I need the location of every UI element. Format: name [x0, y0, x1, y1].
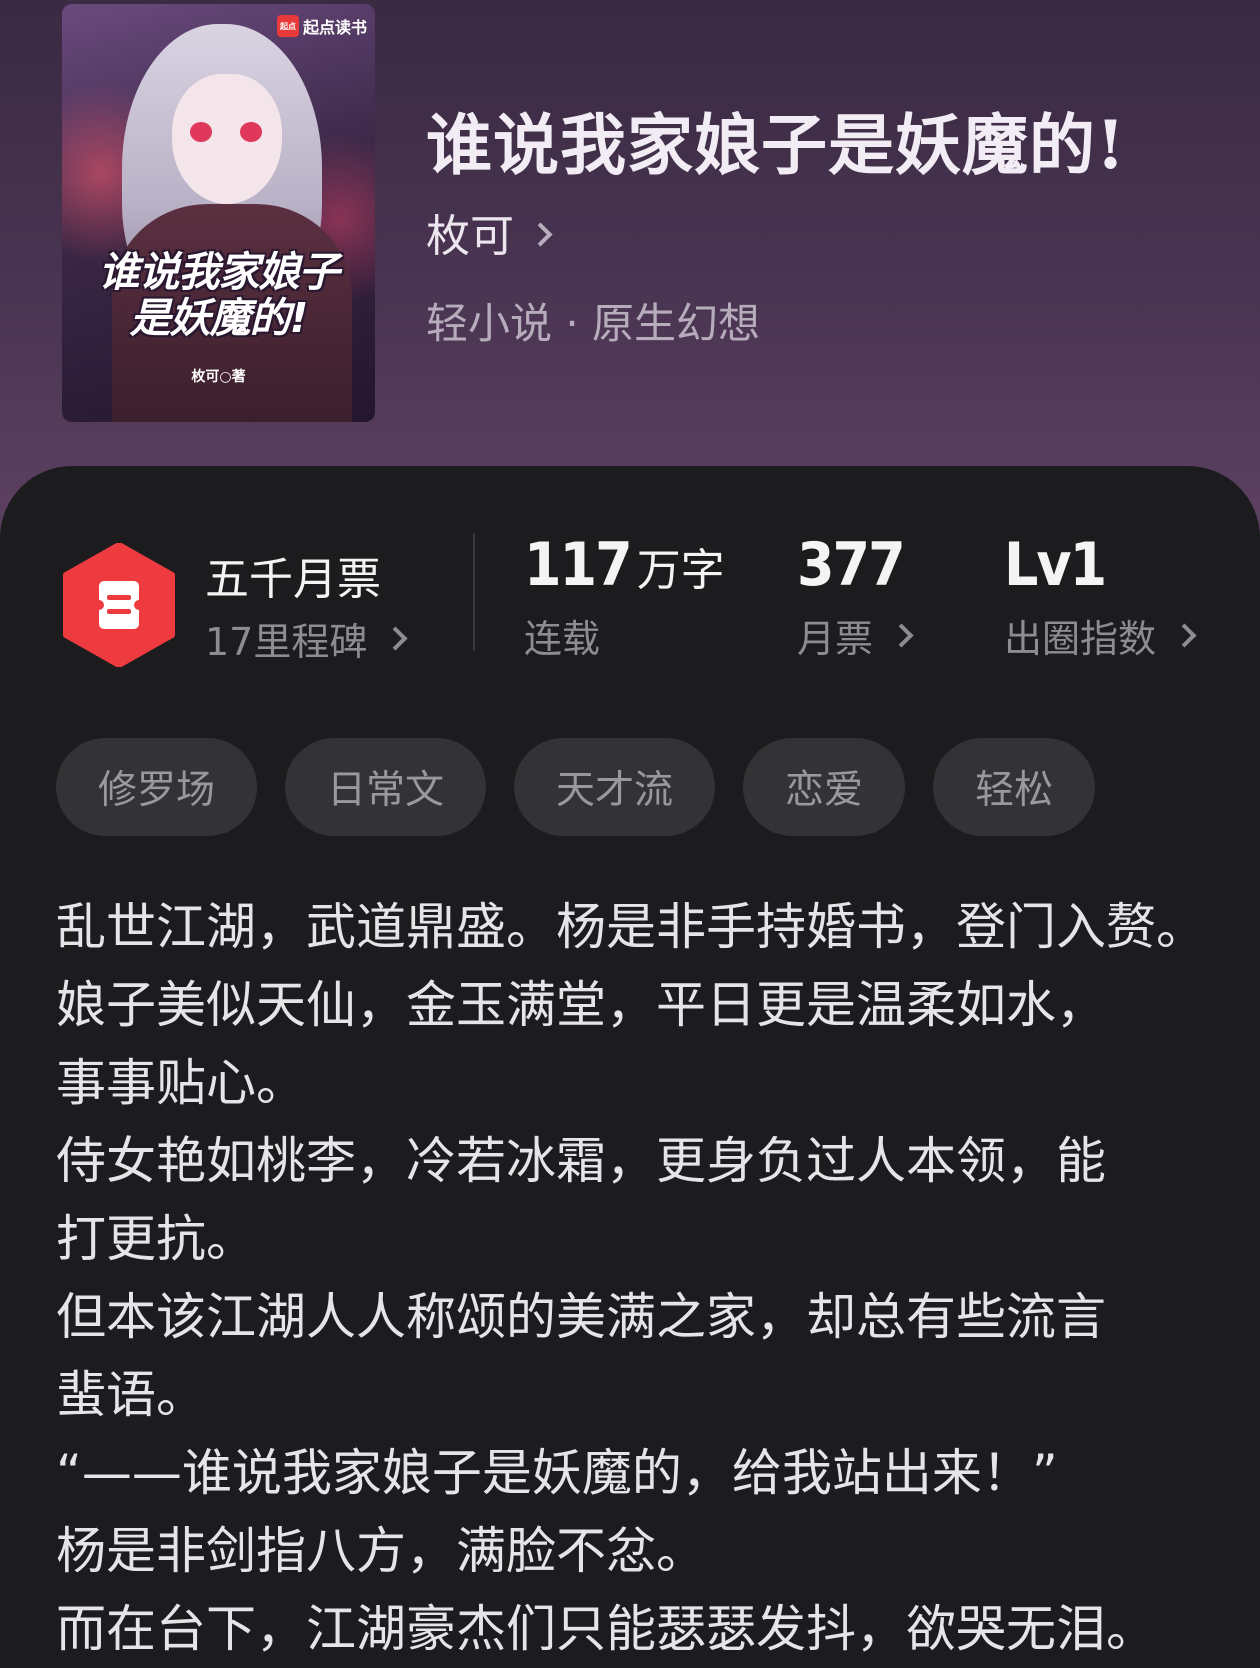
- tag-chip[interactable]: 轻松: [933, 738, 1096, 836]
- tag-list: 修罗场 日常文 天才流 恋爱 轻松: [56, 738, 1096, 836]
- monthly-votes-value: 377: [797, 530, 906, 600]
- synopsis-line: 杨是非剑指八方，满脸不忿。: [56, 1522, 706, 1580]
- synopsis-line: 蜚语。: [56, 1366, 206, 1424]
- synopsis-line: 事事贴心。: [56, 1054, 306, 1112]
- milestone-title: 五千月票: [205, 554, 381, 605]
- publisher-logo-icon: 起点: [276, 15, 299, 37]
- cover-publisher-name: 起点读书: [302, 18, 367, 37]
- author-link[interactable]: 枚可: [426, 200, 553, 264]
- chevron-right-icon: [383, 626, 408, 651]
- milestone-stat[interactable]: 五千月票 17里程碑: [205, 543, 408, 666]
- cover-publisher: 起点 起点读书: [276, 14, 367, 38]
- milestone-count: 17里程碑: [205, 620, 368, 664]
- milestone-sub: 17里程碑: [205, 611, 408, 666]
- synopsis-line: 打更抗。: [56, 1210, 256, 1268]
- cover-character-eye: [240, 122, 262, 142]
- word-count-value: 117: [524, 530, 633, 600]
- author-name: 枚可: [426, 211, 514, 262]
- cover-character-face: [172, 74, 282, 204]
- book-synopsis[interactable]: 乱世江湖，武道鼎盛。杨是非手持婚书，登门入赘。 娘子美似天仙，金玉满堂，平日更是…: [56, 888, 1216, 1668]
- influence-index-stat[interactable]: Lv1 出圈指数: [1004, 530, 1197, 663]
- ticket-icon[interactable]: [62, 543, 176, 667]
- tag-chip[interactable]: 天才流: [514, 738, 716, 836]
- cover-title: 谁说我家娘子 是妖魔的!: [62, 249, 375, 341]
- chevron-right-icon: [528, 221, 553, 247]
- serial-status: 连载: [524, 617, 601, 661]
- tag-chip[interactable]: 日常文: [285, 738, 487, 836]
- synopsis-line: 但本该江湖人人称颂的美满之家，却总有些流言: [56, 1288, 1106, 1346]
- influence-label-row: 出圈指数: [1004, 608, 1197, 663]
- monthly-votes-label: 月票: [797, 617, 874, 661]
- influence-label: 出圈指数: [1004, 617, 1157, 661]
- influence-level-value: Lv1: [1004, 530, 1107, 600]
- tag-chip[interactable]: 修罗场: [56, 738, 258, 836]
- synopsis-line: “——谁说我家娘子是妖魔的，给我站出来！”: [56, 1444, 1058, 1502]
- synopsis-line: 乱世江湖，武道鼎盛。杨是非手持婚书，登门入赘。: [56, 898, 1206, 956]
- word-count-stat: 117 万字 连载: [524, 530, 725, 663]
- synopsis-line: 而在台下，江湖豪杰们只能瑟瑟发抖，欲哭无泪。: [56, 1600, 1156, 1658]
- monthly-votes-label-row: 月票: [797, 608, 914, 663]
- cover-author: 枚可○著: [191, 369, 246, 385]
- monthly-votes-stat[interactable]: 377 月票: [797, 530, 914, 663]
- cover-character-eye: [190, 122, 212, 142]
- chevron-right-icon: [1172, 623, 1197, 648]
- book-cover[interactable]: 起点 起点读书 谁说我家娘子 是妖魔的! 枚可○著: [62, 4, 375, 422]
- monthly-votes-row: 377: [797, 530, 910, 604]
- word-count-unit: 万字: [636, 545, 725, 596]
- book-title: 谁说我家娘子是妖魔的!: [426, 106, 1126, 184]
- influence-level-row: Lv1: [1004, 530, 1193, 604]
- tag-chip[interactable]: 恋爱: [743, 738, 906, 836]
- cover-title-line: 是妖魔的!: [129, 294, 309, 342]
- cover-title-line: 谁说我家娘子: [98, 248, 340, 296]
- synopsis-line: 娘子美似天仙，金玉满堂，平日更是温柔如水，: [56, 976, 1106, 1034]
- synopsis-line: 侍女艳如桃李，冷若冰霜，更身负过人本领，能: [56, 1132, 1106, 1190]
- book-detail-page: 起点 起点读书 谁说我家娘子 是妖魔的! 枚可○著 谁说我家娘子是妖魔的! 枚可…: [0, 0, 1260, 1668]
- chevron-right-icon: [889, 623, 914, 648]
- stats-divider: [473, 533, 475, 651]
- book-genre: 轻小说 · 原生幻想: [426, 299, 761, 348]
- word-count-row: 117 万字: [524, 530, 725, 604]
